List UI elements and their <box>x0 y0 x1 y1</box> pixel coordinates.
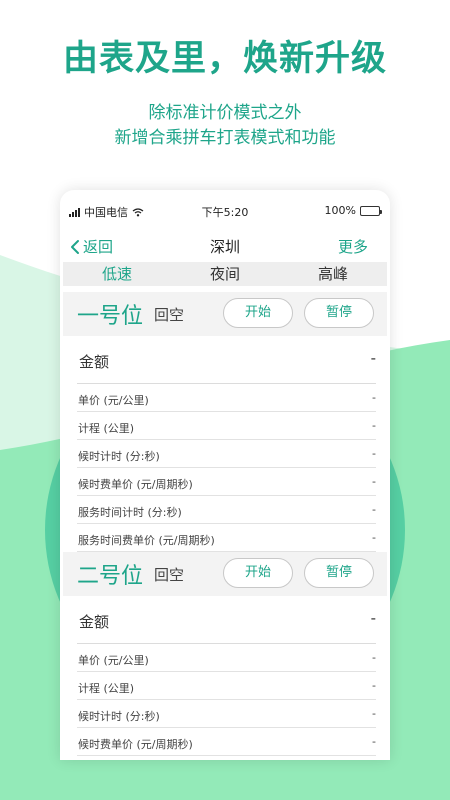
table-row: 计程 (公里) - <box>77 672 376 700</box>
tab-low-speed[interactable]: 低速 <box>63 262 171 286</box>
row-label: 单价 (元/公里) <box>78 654 149 667</box>
row-label: 候时计时 (分:秒) <box>78 450 160 463</box>
slot-name: 二号位 <box>77 564 144 589</box>
row-value: - <box>372 503 376 516</box>
table-row: 单价 (元/公里) - <box>77 384 376 412</box>
start-button[interactable]: 开始 <box>223 298 293 328</box>
slot-header: 二号位 回空 开始 暂停 <box>63 552 387 596</box>
row-value: - <box>372 707 376 720</box>
row-value: - <box>372 447 376 460</box>
slot-status: 回空 <box>154 566 185 584</box>
row-value: - <box>372 475 376 488</box>
amount-row: 金额 - <box>77 596 376 644</box>
subtitle-line-1: 除标准计价模式之外 <box>148 103 302 123</box>
pause-button[interactable]: 暂停 <box>304 558 374 588</box>
row-label: 服务时间计时 (分:秒) <box>78 506 182 519</box>
table-row: 单价 (元/公里) - <box>77 644 376 672</box>
table-row: 服务时间计时 (分:秒) - <box>77 496 376 524</box>
nav-bar: 返回 深圳 更多 <box>60 230 390 262</box>
row-label: 计程 (公里) <box>78 682 135 695</box>
start-button[interactable]: 开始 <box>223 558 293 588</box>
row-value: - <box>372 531 376 544</box>
slot-status: 回空 <box>154 306 185 324</box>
mode-tabs: 低速 夜间 高峰 <box>63 262 387 286</box>
table-row: 候时费单价 (元/周期秒) - <box>77 468 376 496</box>
row-label: 候时费单价 (元/周期秒) <box>78 478 193 491</box>
amount-label: 金额 <box>79 613 110 631</box>
row-label: 候时费单价 (元/周期秒) <box>78 738 193 751</box>
tab-night[interactable]: 夜间 <box>171 262 279 286</box>
battery-percent: 100% <box>324 204 356 217</box>
row-label: 候时计时 (分:秒) <box>78 710 160 723</box>
tab-peak[interactable]: 高峰 <box>279 262 387 286</box>
table-row: 计程 (公里) - <box>77 412 376 440</box>
more-button[interactable]: 更多 <box>338 236 368 257</box>
row-label: 服务时间费单价 (元/周期秒) <box>78 534 215 547</box>
table-row: 服务时间费单价 (元/周期秒) - <box>77 524 376 552</box>
table-row: 候时计时 (分:秒) - <box>77 440 376 468</box>
slot-header: 一号位 回空 开始 暂停 <box>63 292 387 336</box>
row-value: - <box>372 679 376 692</box>
pause-button[interactable]: 暂停 <box>304 298 374 328</box>
headline: 由表及里，焕新升级 <box>62 39 387 79</box>
row-label: 单价 (元/公里) <box>78 394 149 407</box>
status-bar: 中国电信 下午5:20 100% <box>60 190 390 230</box>
row-label: 计程 (公里) <box>78 422 135 435</box>
row-value: - <box>372 735 376 748</box>
battery-icon <box>360 205 382 216</box>
table-row: 候时费单价 (元/周期秒) - <box>77 728 376 756</box>
row-value: - <box>372 419 376 432</box>
row-value: - <box>372 651 376 664</box>
row-value: - <box>372 391 376 404</box>
amount-row: 金额 - <box>77 336 376 384</box>
slot-name: 一号位 <box>77 304 144 329</box>
amount-value: - <box>370 609 376 627</box>
amount-label: 金额 <box>79 353 110 371</box>
table-row: 候时计时 (分:秒) - <box>77 700 376 728</box>
subtitle-line-2: 新增合乘拼车打表模式和功能 <box>114 128 336 148</box>
phone-screen: 中国电信 下午5:20 100% 返回 深圳 更多 低速 夜间 高峰 一号位 回… <box>60 190 390 760</box>
amount-value: - <box>370 349 376 367</box>
